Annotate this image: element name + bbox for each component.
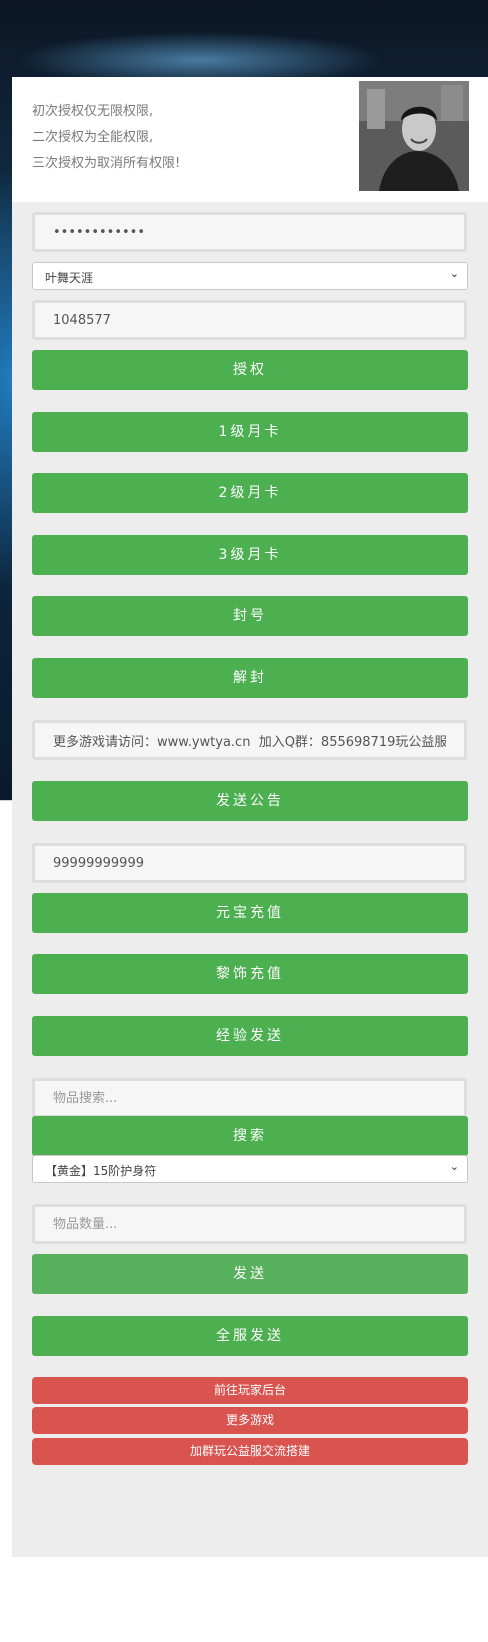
item-select[interactable]: 【黄金】15阶护身符 ⌄ <box>32 1155 468 1183</box>
chevron-down-icon: ⌄ <box>449 1160 459 1173</box>
item-send-button[interactable]: 发送 <box>32 1254 468 1294</box>
item-quantity-field[interactable] <box>32 1204 467 1244</box>
exp-send-button[interactable]: 经验发送 <box>32 1016 468 1056</box>
more-games-link[interactable]: 更多游戏 <box>32 1407 468 1434</box>
item-select-value: 【黄金】15阶护身符 <box>45 1164 157 1178</box>
yuanbao-recharge-button[interactable]: 元宝充值 <box>32 893 468 933</box>
send-all-server-button[interactable]: 全服发送 <box>32 1316 468 1356</box>
server-select-value: 叶舞天涯 <box>45 271 94 285</box>
month-card-1-button[interactable]: 1级月卡 <box>32 412 468 452</box>
avatar-photo <box>359 81 469 191</box>
notice-line-2: 二次授权为全能权限, <box>32 130 154 145</box>
recharge-amount-field[interactable] <box>32 843 467 883</box>
avatar <box>359 81 469 191</box>
permission-notice: 初次授权仅无限权限, 二次授权为全能权限, 三次授权为取消所有权限! <box>32 99 180 177</box>
ban-button[interactable]: 封号 <box>32 596 468 636</box>
item-search-button[interactable]: 搜索 <box>32 1116 468 1156</box>
admin-panel: 初次授权仅无限权限, 二次授权为全能权限, 三次授权为取消所有权限! 叶舞天涯 … <box>12 77 488 1557</box>
month-card-2-button[interactable]: 2级月卡 <box>32 473 468 513</box>
announcement-field[interactable] <box>32 720 467 760</box>
lishi-recharge-button[interactable]: 黎饰充值 <box>32 954 468 994</box>
panel-header: 初次授权仅无限权限, 二次授权为全能权限, 三次授权为取消所有权限! <box>12 77 488 202</box>
password-field[interactable] <box>32 212 467 252</box>
notice-line-3: 三次授权为取消所有权限! <box>32 156 181 171</box>
authorize-button[interactable]: 授权 <box>32 350 468 390</box>
notice-line-1: 初次授权仅无限权限, <box>32 104 154 119</box>
send-announcement-button[interactable]: 发送公告 <box>32 781 468 821</box>
chevron-down-icon: ⌄ <box>449 267 459 280</box>
uid-field[interactable] <box>32 300 467 340</box>
join-group-link[interactable]: 加群玩公益服交流搭建 <box>32 1438 468 1465</box>
month-card-3-button[interactable]: 3级月卡 <box>32 535 468 575</box>
unban-button[interactable]: 解封 <box>32 658 468 698</box>
server-select[interactable]: 叶舞天涯 ⌄ <box>32 262 468 290</box>
item-search-field[interactable] <box>32 1078 467 1118</box>
player-backend-link[interactable]: 前往玩家后台 <box>32 1377 468 1404</box>
